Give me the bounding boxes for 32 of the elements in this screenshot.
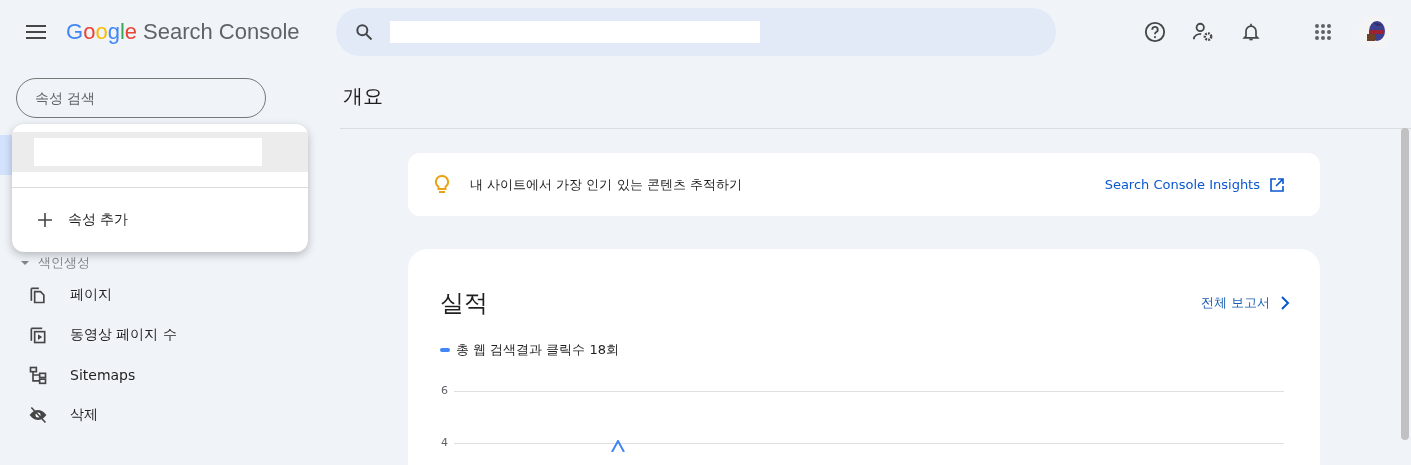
page-title: 개요: [340, 64, 1411, 129]
property-search-field[interactable]: 속성 검색: [16, 78, 266, 118]
scrollbar[interactable]: [1401, 128, 1409, 440]
axis-tick-label: 4: [440, 437, 449, 449]
lightbulb-icon: [434, 173, 450, 196]
search-field[interactable]: [336, 8, 1056, 56]
chevron-right-icon: [1280, 296, 1290, 310]
pages-icon: [28, 285, 48, 305]
nav-item[interactable]: Sitemaps: [0, 355, 136, 395]
caret-icon: [20, 258, 30, 268]
full-report-link[interactable]: 전체 보고서: [1200, 294, 1290, 312]
nav-section-header[interactable]: 색인생성: [0, 251, 90, 275]
hidden-eye-icon: [28, 405, 48, 425]
add-property-button[interactable]: 속성 추가: [12, 188, 308, 252]
nav-item[interactable]: 동영상 페이지 수: [0, 315, 177, 355]
help-button[interactable]: [1143, 20, 1167, 44]
axis-tick-label: 6: [440, 385, 449, 397]
line-drawing: [611, 440, 625, 452]
product-logo[interactable]: Google Search Console: [66, 19, 336, 45]
plus-icon: [38, 213, 52, 227]
sitemap-icon: [28, 365, 48, 385]
legend-label: 총 웹 검색결과 클릭수 18회: [456, 341, 620, 359]
external-link-icon: [1270, 177, 1284, 192]
nav-item[interactable]: 삭제: [0, 395, 98, 435]
search-icon: [354, 22, 374, 42]
user-settings-button[interactable]: [1191, 20, 1215, 44]
banner-text: 내 사이트에서 가장 인기 있는 콘텐츠 추적하기: [470, 175, 742, 194]
card-title: 실적: [440, 288, 488, 319]
insights-link[interactable]: Search Console Insights: [1104, 177, 1284, 192]
nav-item[interactable]: 페이지: [0, 275, 112, 315]
legend-swatch: [440, 348, 450, 352]
video-page-icon: [28, 325, 48, 345]
